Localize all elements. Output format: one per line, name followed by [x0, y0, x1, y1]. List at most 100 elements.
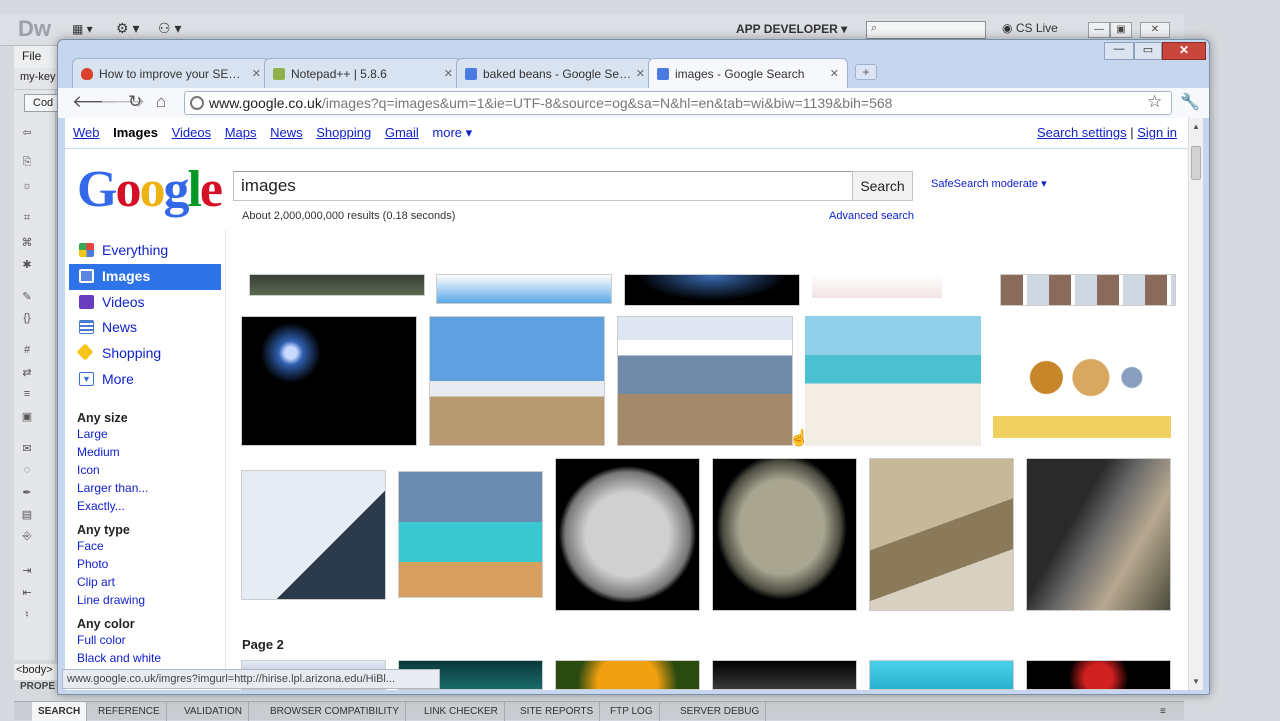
topbar-link-news[interactable]: News: [270, 125, 303, 140]
image-thumbnail[interactable]: [712, 660, 857, 690]
filter-option[interactable]: Face: [77, 537, 217, 555]
file-menu[interactable]: File: [22, 49, 41, 63]
nav-more[interactable]: ▼ More: [69, 367, 221, 393]
filter-option[interactable]: Full color: [77, 631, 217, 649]
topbar-link-videos[interactable]: Videos: [172, 125, 212, 140]
hash-icon[interactable]: #: [18, 344, 36, 358]
tab-search[interactable]: SEARCH: [32, 702, 88, 721]
reload-icon[interactable]: ↻: [128, 92, 142, 112]
minimize-icon[interactable]: —: [1088, 22, 1110, 38]
extensions-icon[interactable]: ⚇ ▾: [158, 20, 181, 37]
back-arrow-icon[interactable]: ⇦: [18, 126, 36, 140]
google-logo[interactable]: Google: [77, 160, 223, 219]
nav-news[interactable]: News: [69, 315, 221, 341]
indent-icon[interactable]: ⇥: [18, 564, 36, 578]
tab-link-checker[interactable]: LINK CHECKER: [418, 702, 505, 721]
swap-icon[interactable]: ⇄: [18, 366, 36, 380]
topbar-link-images[interactable]: Images: [113, 125, 158, 140]
grid-icon[interactable]: ⌘: [18, 236, 36, 250]
sign-in-link[interactable]: Sign in: [1137, 125, 1177, 140]
safesearch-dropdown[interactable]: SafeSearch moderate ▾: [931, 177, 1047, 190]
filter-heading-type[interactable]: Any type: [77, 523, 217, 537]
filter-option[interactable]: Icon: [77, 461, 217, 479]
image-thumbnail[interactable]: [249, 274, 425, 296]
image-thumbnail[interactable]: [398, 471, 543, 598]
close-tab-icon[interactable]: ✕: [636, 67, 645, 80]
filter-option[interactable]: Clip art: [77, 573, 217, 591]
wrench-menu-icon[interactable]: 🔧: [1180, 92, 1200, 112]
image-thumbnail[interactable]: [241, 470, 386, 600]
workspace-switcher[interactable]: APP DEVELOPER ▾: [736, 22, 847, 36]
advanced-search-link[interactable]: Advanced search: [829, 210, 914, 222]
filter-heading-color[interactable]: Any color: [77, 617, 217, 631]
image-thumbnail[interactable]: [1000, 274, 1176, 306]
filter-option[interactable]: Medium: [77, 443, 217, 461]
topbar-link-more[interactable]: more ▾: [432, 125, 472, 140]
close-tab-icon[interactable]: ✕: [830, 67, 839, 80]
close-icon[interactable]: ✕: [1162, 42, 1206, 60]
image-thumbnail[interactable]: [429, 316, 605, 446]
scroll-up-icon[interactable]: ▲: [1192, 122, 1200, 131]
minimize-icon[interactable]: —: [1104, 42, 1134, 60]
image-thumbnail[interactable]: [712, 458, 857, 611]
image-thumbnail[interactable]: [617, 316, 793, 446]
image-thumbnail[interactable]: [805, 316, 981, 446]
gear-icon[interactable]: ⚙ ▾: [116, 20, 139, 37]
image-thumbnail[interactable]: [812, 274, 942, 298]
page-scrollbar[interactable]: ▲ ▼: [1188, 118, 1203, 690]
image-thumbnail[interactable]: [555, 458, 700, 611]
tab-reference[interactable]: REFERENCE: [92, 702, 167, 721]
image-thumbnail[interactable]: [993, 328, 1171, 438]
image-thumbnail[interactable]: [624, 274, 800, 306]
new-tab-button[interactable]: +: [855, 64, 877, 80]
search-input[interactable]: images: [233, 171, 853, 201]
browser-tab[interactable]: How to improve your SE… ✕: [72, 58, 270, 88]
image-thumbnail[interactable]: [869, 458, 1014, 611]
maximize-icon[interactable]: ▭: [1134, 42, 1162, 60]
filter-option[interactable]: Photo: [77, 555, 217, 573]
dreamweaver-search-input[interactable]: ⌕: [866, 21, 986, 39]
tab-site-reports[interactable]: SITE REPORTS: [514, 702, 601, 721]
topbar-link-maps[interactable]: Maps: [225, 125, 257, 140]
filter-option[interactable]: Large: [77, 425, 217, 443]
close-tab-icon[interactable]: ✕: [444, 67, 453, 80]
image-thumbnail[interactable]: [869, 660, 1014, 690]
snippet-icon[interactable]: ⎆: [18, 530, 36, 544]
image-thumbnail[interactable]: [241, 316, 417, 446]
pen-icon[interactable]: ✒: [18, 486, 36, 500]
layout-menu-icon[interactable]: ▦ ▾: [72, 22, 93, 36]
nav-images[interactable]: Images: [69, 263, 221, 290]
wrench-tool-icon[interactable]: ✎: [18, 290, 36, 304]
scroll-thumb[interactable]: [1191, 146, 1201, 180]
format-icon[interactable]: ♮: [18, 608, 36, 622]
page-icon[interactable]: ⎘: [18, 156, 36, 170]
address-bar[interactable]: www.google.co.uk/images?q=images&um=1&ie…: [184, 91, 1172, 115]
search-settings-link[interactable]: Search settings: [1037, 125, 1127, 140]
filter-option[interactable]: Black and white: [77, 649, 217, 667]
topbar-link-gmail[interactable]: Gmail: [385, 125, 419, 140]
doc-icon[interactable]: ▤: [18, 508, 36, 522]
filter-option[interactable]: Larger than...: [77, 479, 217, 497]
image-thumbnail[interactable]: [1026, 458, 1171, 611]
scroll-down-icon[interactable]: ▼: [1192, 677, 1200, 686]
page-info-icon[interactable]: [190, 96, 204, 110]
cs-live-button[interactable]: ◉ CS Live: [1002, 21, 1058, 35]
braces-icon[interactable]: {}: [18, 312, 36, 326]
image-tool-icon[interactable]: ▣: [18, 410, 36, 424]
filter-heading-size[interactable]: Any size: [77, 411, 217, 425]
bubble-icon[interactable]: ◌: [18, 464, 36, 478]
browser-tab[interactable]: Notepad++ | 5.8.6 ✕: [264, 58, 462, 88]
home-icon[interactable]: ⌂: [156, 92, 166, 112]
topbar-link-shopping[interactable]: Shopping: [316, 125, 371, 140]
image-thumbnail[interactable]: [1026, 660, 1171, 690]
tab-ftp-log[interactable]: FTP LOG: [604, 702, 660, 721]
close-tab-icon[interactable]: ✕: [252, 67, 261, 80]
comment-icon[interactable]: ✉: [18, 442, 36, 456]
filter-option[interactable]: Exactly...: [77, 497, 217, 515]
browser-tab[interactable]: baked beans - Google Se… ✕: [456, 58, 654, 88]
code-view-button[interactable]: Cod: [24, 94, 60, 112]
close-icon[interactable]: ✕: [1140, 22, 1170, 38]
select-icon[interactable]: ⌗: [18, 212, 36, 226]
lines-icon[interactable]: ≡: [18, 388, 36, 402]
bookmark-star-icon[interactable]: ☆: [1147, 92, 1162, 112]
